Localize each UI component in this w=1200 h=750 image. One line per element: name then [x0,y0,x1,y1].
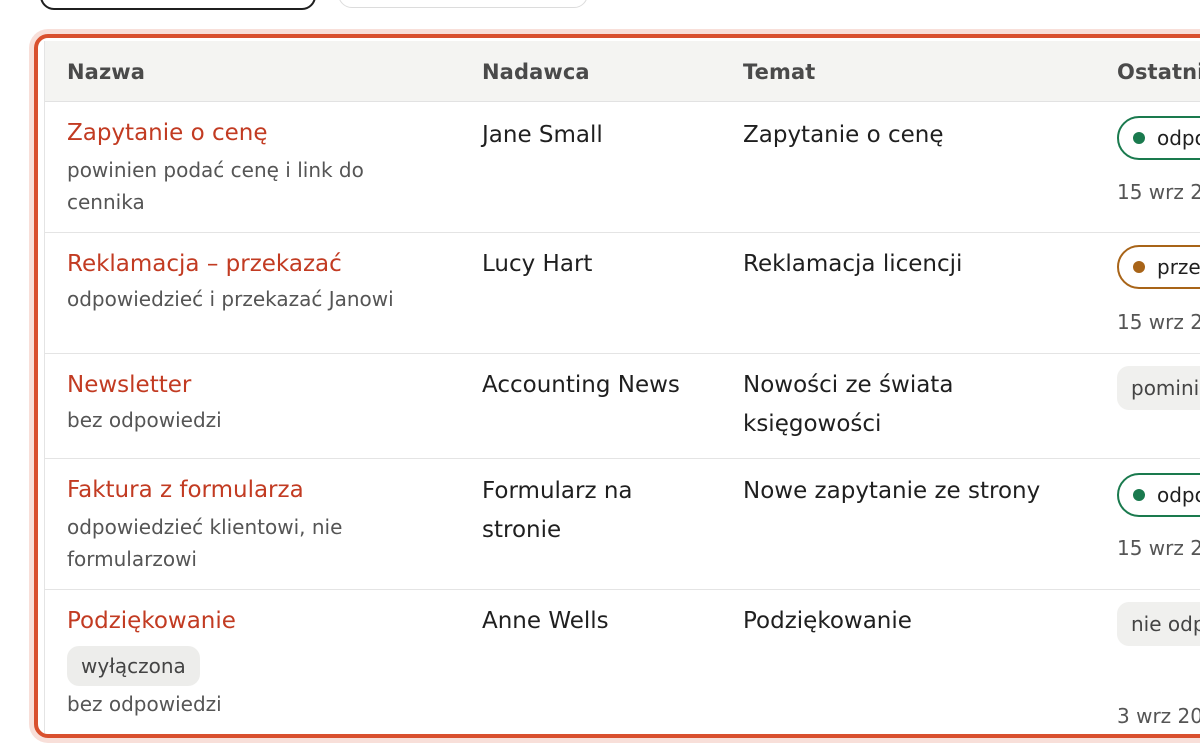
rule-description: odpowiedzieć i przekazać Janowi [67,287,394,311]
rule-name-link[interactable]: Zapytanie o cenę [67,120,268,146]
status-badge: nie odp [1117,602,1200,646]
column-header-last[interactable]: Ostatni p [1117,60,1200,84]
status-badge: pominię [1117,366,1200,410]
status-dot-icon [1133,132,1145,144]
last-date: 15 wrz 20 [1117,310,1200,334]
status-label: odpo [1157,126,1200,150]
subject: Reklamacja licencji [743,251,963,277]
sender: Jane Small [482,122,603,148]
subject: Nowe zapytanie ze strony [743,478,1041,504]
status-dot-icon [1133,261,1145,273]
rule-name-link[interactable]: Reklamacja – przekazać [67,251,342,277]
top-button-primary[interactable] [40,0,316,10]
table-row[interactable]: Zapytanie o cenę powinien podać cenę i l… [45,102,1200,233]
rules-table-highlight: Nazwa Nadawca Temat Ostatni p Zapytanie … [34,34,1200,738]
status-badge: odpo [1117,116,1200,160]
rule-name-link[interactable]: Faktura z formularza [67,477,304,503]
rule-description: powinien podać cenę i link do cennika [67,158,364,214]
table-header: Nazwa Nadawca Temat Ostatni p [45,41,1200,102]
rule-name-link[interactable]: Newsletter [67,372,191,398]
column-header-sender[interactable]: Nadawca [482,60,590,84]
last-date: 3 wrz 20 [1117,704,1200,728]
table-row[interactable]: Newsletter bez odpowiedzi Accounting New… [45,354,1200,459]
status-dot-icon [1133,489,1145,501]
subject: Nowości ze świata księgowości [743,372,954,437]
rules-table: Nazwa Nadawca Temat Ostatni p Zapytanie … [44,41,1200,734]
top-button-secondary[interactable] [338,0,588,8]
status-label: przek [1157,255,1200,279]
column-header-subject[interactable]: Temat [743,60,815,84]
status-badge: odpo [1117,473,1200,517]
page: Nazwa Nadawca Temat Ostatni p Zapytanie … [0,0,1200,750]
table-row[interactable]: Podziękowanie wyłączona bez odpowiedzi A… [45,590,1200,734]
rule-description: odpowiedzieć klientowi, nie formularzowi [67,515,343,571]
sender: Formularz na stronie [482,478,633,543]
sender: Accounting News [482,372,680,398]
table-row[interactable]: Faktura z formularza odpowiedzieć klient… [45,459,1200,590]
rule-description: bez odpowiedzi [67,408,222,432]
status-label: odpo [1157,483,1200,507]
table-row[interactable]: Reklamacja – przekazać odpowiedzieć i pr… [45,233,1200,354]
column-header-name[interactable]: Nazwa [67,60,145,84]
last-date: 15 wrz 20 [1117,536,1200,560]
last-date: 15 wrz 20 [1117,180,1200,204]
subject: Zapytanie o cenę [743,122,944,148]
disabled-badge: wyłączona [67,646,200,686]
rule-description: bez odpowiedzi [67,692,222,716]
rule-name-link[interactable]: Podziękowanie [67,608,236,634]
sender: Lucy Hart [482,251,593,277]
sender: Anne Wells [482,608,609,634]
subject: Podziękowanie [743,608,912,634]
status-badge: przek [1117,245,1200,289]
